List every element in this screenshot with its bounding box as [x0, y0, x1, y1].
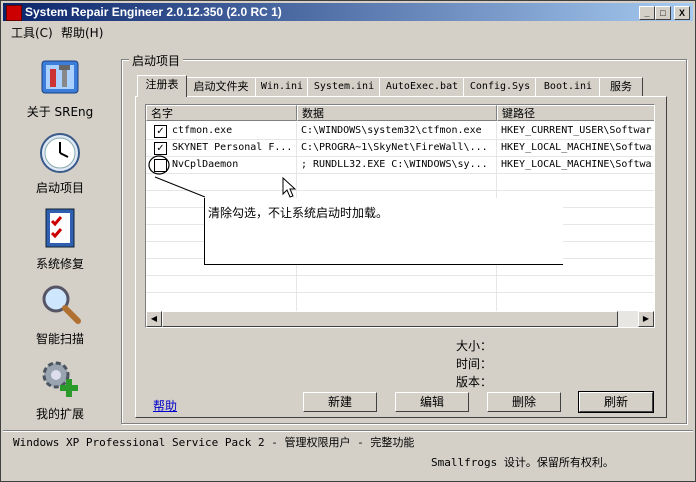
toolbox-icon: [38, 55, 82, 99]
sidebar-item-repair[interactable]: 系统修复: [7, 207, 113, 272]
sidebar-label-scan: 智能扫描: [35, 332, 84, 346]
table-row[interactable]: ✓ SKYNET Personal F... C:\PROGRA~1\SkyNe…: [146, 139, 654, 156]
row-data: C:\WINDOWS\system32\ctfmon.exe: [301, 125, 482, 136]
row-keypath: HKEY_LOCAL_MACHINE\Softwa: [501, 159, 652, 170]
app-icon: [6, 5, 22, 21]
maximize-button[interactable]: □: [655, 6, 671, 20]
row-checkbox-checked[interactable]: ✓: [154, 142, 167, 155]
callout-arrow-icon: [154, 176, 206, 198]
minimize-button[interactable]: _: [639, 6, 655, 20]
title-bar[interactable]: System Repair Engineer 2.0.12.350 (2.0 R…: [3, 3, 693, 21]
clock-icon: [38, 131, 82, 175]
column-header-name[interactable]: 名字: [146, 105, 297, 121]
row-name: NvCplDaemon: [172, 159, 239, 170]
gear-plus-icon: [38, 357, 82, 401]
time-label: 时间：: [456, 357, 493, 371]
sidebar-item-extensions[interactable]: 我的扩展: [7, 357, 113, 422]
tab-services[interactable]: 服务: [599, 77, 643, 96]
close-button[interactable]: X: [674, 6, 690, 20]
table-row[interactable]: ✓ ctfmon.exe C:\WINDOWS\system32\ctfmon.…: [146, 122, 654, 139]
status-copyright: Smallfrogs 设计。保留所有权利。: [431, 456, 614, 469]
row-checkbox-checked[interactable]: ✓: [154, 125, 167, 138]
highlight-circle-icon: [148, 155, 170, 175]
edit-button[interactable]: 编辑: [395, 392, 469, 412]
menu-bar: 工具(C) 帮助(H): [3, 22, 693, 40]
row-keypath: HKEY_CURRENT_USER\Softwar: [501, 125, 652, 136]
callout-text: 清除勾选，不让系统启动时加载。: [208, 206, 389, 220]
menu-help[interactable]: 帮助(H): [61, 24, 103, 41]
annotation-callout: 清除勾选，不让系统启动时加载。: [204, 198, 563, 265]
version-label: 版本：: [456, 375, 493, 389]
row-keypath: HKEY_LOCAL_MACHINE\Softwa: [501, 142, 652, 153]
refresh-button[interactable]: 刷新: [578, 391, 654, 413]
window-title: System Repair Engineer 2.0.12.350 (2.0 R…: [25, 5, 282, 19]
delete-button[interactable]: 删除: [487, 392, 561, 412]
sidebar-label-extensions: 我的扩展: [35, 407, 84, 421]
sidebar-item-scan[interactable]: 智能扫描: [7, 282, 113, 347]
magnifier-icon: [38, 282, 82, 326]
row-data: C:\PROGRA~1\SkyNet\FireWall\...: [301, 142, 488, 153]
sidebar-label-startup: 启动项目: [35, 181, 84, 195]
tab-strip: 注册表 启动文件夹 Win.ini System.ini AutoExec.ba…: [135, 75, 675, 97]
new-button[interactable]: 新建: [303, 392, 377, 412]
sidebar-label-repair: 系统修复: [35, 257, 84, 271]
sidebar-label-about: 关于 SREng: [26, 105, 94, 119]
status-os-info: Windows XP Professional Service Pack 2 -…: [13, 436, 415, 449]
scroll-right-icon[interactable]: ▶: [638, 311, 654, 327]
tab-system-ini[interactable]: System.ini: [307, 77, 381, 96]
tab-boot-ini[interactable]: Boot.ini: [535, 77, 601, 96]
size-label: 大小：: [456, 339, 493, 353]
tab-config-sys[interactable]: Config.Sys: [463, 77, 537, 96]
tab-win-ini[interactable]: Win.ini: [255, 77, 309, 96]
help-link[interactable]: 帮助: [153, 397, 177, 414]
tab-startup-folder[interactable]: 启动文件夹: [185, 77, 257, 96]
groupbox-title: 启动项目: [129, 52, 184, 69]
tab-autoexec-bat[interactable]: AutoExec.bat: [379, 77, 465, 96]
row-data: ; RUNDLL32.EXE C:\WINDOWS\sy...: [301, 159, 488, 170]
table-row[interactable]: NvCplDaemon ; RUNDLL32.EXE C:\WINDOWS\sy…: [146, 155, 654, 175]
tab-registry[interactable]: 注册表: [137, 75, 187, 97]
scroll-thumb[interactable]: [162, 311, 618, 327]
row-name: ctfmon.exe: [172, 125, 233, 136]
horizontal-scrollbar[interactable]: ◀ ▶: [146, 311, 654, 327]
main-window: System Repair Engineer 2.0.12.350 (2.0 R…: [0, 0, 696, 482]
menu-tools[interactable]: 工具(C): [11, 24, 53, 41]
mouse-cursor-icon: [282, 177, 296, 198]
sidebar-item-startup[interactable]: 启动项目: [7, 131, 113, 196]
sidebar-item-about[interactable]: 关于 SREng: [7, 55, 113, 120]
scroll-left-icon[interactable]: ◀: [146, 311, 162, 327]
column-header-keypath[interactable]: 键路径: [497, 105, 654, 121]
row-name: SKYNET Personal F...: [172, 142, 293, 153]
column-header-data[interactable]: 数据: [297, 105, 497, 121]
checklist-icon: [38, 207, 82, 251]
